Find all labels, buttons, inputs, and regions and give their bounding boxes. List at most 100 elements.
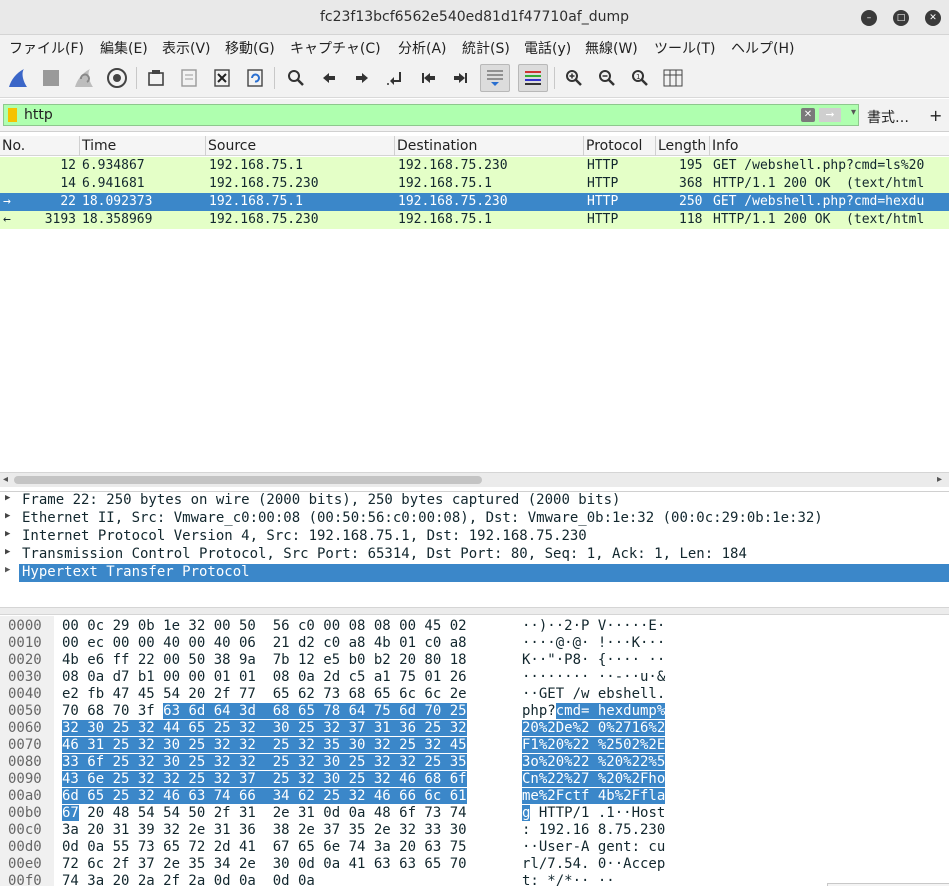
scroll-right-icon[interactable]: ▸ xyxy=(937,474,942,485)
hex-bytes[interactable]: 74 3a 20 2a 2f 2a 0d 0a 0d 0a xyxy=(62,873,315,886)
go-to-packet-icon[interactable] xyxy=(382,65,408,91)
hex-bytes[interactable]: 70 68 70 3f 63 6d 64 3d 68 65 78 64 75 6… xyxy=(62,703,467,719)
packet-list-hscrollbar[interactable]: ◂ ▸ xyxy=(0,472,949,487)
filter-expression-button[interactable]: 書式… xyxy=(867,107,909,127)
clear-filter-icon[interactable]: ✕ xyxy=(801,108,815,122)
apply-filter-icon[interactable]: ➞ xyxy=(819,108,841,122)
hex-ascii[interactable]: : 192.16 8.75.230 xyxy=(522,822,665,838)
column-time[interactable]: Time xyxy=(82,138,116,154)
scroll-left-icon[interactable]: ◂ xyxy=(3,474,8,485)
expand-icon[interactable]: ▶ xyxy=(5,547,10,557)
hex-ascii[interactable]: php?cmd= hexdump% xyxy=(522,703,666,719)
expand-icon[interactable]: ▶ xyxy=(5,529,10,539)
reload-file-icon[interactable] xyxy=(242,65,268,91)
menu-analyze[interactable]: 分析(A) xyxy=(398,38,447,58)
zoom-out-icon[interactable] xyxy=(594,65,620,91)
packet-row[interactable]: 14 6.941681 192.168.75.230 192.168.75.1 … xyxy=(0,175,949,193)
filter-text[interactable]: http xyxy=(24,107,53,123)
expand-icon[interactable]: ▶ xyxy=(5,511,10,521)
hex-ascii[interactable]: g HTTP/1 .1··Host xyxy=(522,805,665,821)
packet-row[interactable]: ← 3193 18.358969 192.168.75.230 192.168.… xyxy=(0,211,949,229)
hex-ascii[interactable]: me%2Fctf 4b%2Ffla xyxy=(522,788,666,804)
hex-ascii[interactable]: ··GET /w ebshell. xyxy=(522,686,665,702)
first-packet-icon[interactable] xyxy=(415,65,441,91)
scrollbar-thumb[interactable] xyxy=(14,476,482,484)
column-destination[interactable]: Destination xyxy=(397,138,477,154)
menu-wireless[interactable]: 無線(W) xyxy=(585,38,638,58)
chevron-down-icon[interactable]: ▾ xyxy=(851,107,856,118)
close-icon[interactable]: ✕ xyxy=(925,10,941,26)
hex-bytes[interactable]: e2 fb 47 45 54 20 2f 77 65 62 73 68 65 6… xyxy=(62,686,467,702)
hex-bytes[interactable]: 72 6c 2f 37 2e 35 34 2e 30 0d 0a 41 63 6… xyxy=(62,856,467,872)
menu-capture[interactable]: キャプチャ(C) xyxy=(290,38,381,58)
hex-ascii[interactable]: K··"·P8· {···· ·· xyxy=(522,652,665,668)
stop-capture-icon[interactable] xyxy=(38,65,64,91)
hex-bytes[interactable]: 00 ec 00 00 40 00 40 06 21 d2 c0 a8 4b 0… xyxy=(62,635,467,651)
colorize-icon[interactable] xyxy=(518,64,548,92)
detail-row-tcp[interactable]: ▶ Transmission Control Protocol, Src Por… xyxy=(0,546,949,564)
restart-capture-icon[interactable] xyxy=(71,65,97,91)
hex-bytes[interactable]: 6d 65 25 32 46 63 74 66 34 62 25 32 46 6… xyxy=(62,788,467,804)
hex-bytes[interactable]: 08 0a d7 b1 00 00 01 01 08 0a 2d c5 a1 7… xyxy=(62,669,467,685)
hex-bytes[interactable]: 0d 0a 55 73 65 72 2d 41 67 65 6e 74 3a 2… xyxy=(62,839,467,855)
menu-telephony[interactable]: 電話(y) xyxy=(524,38,571,58)
packet-row[interactable]: 12 6.934867 192.168.75.1 192.168.75.230 … xyxy=(0,157,949,175)
detail-row-http[interactable]: ▶ Hypertext Transfer Protocol xyxy=(5,564,949,582)
hex-ascii[interactable]: 20%2De%2 0%2716%2 xyxy=(522,720,666,736)
go-back-icon[interactable] xyxy=(316,65,342,91)
minimize-icon[interactable]: – xyxy=(861,10,877,26)
detail-row-ipv4[interactable]: ▶ Internet Protocol Version 4, Src: 192.… xyxy=(0,528,949,546)
hex-bytes[interactable]: 00 0c 29 0b 1e 32 00 50 56 c0 00 08 08 0… xyxy=(62,618,467,634)
shark-fin-start-icon[interactable] xyxy=(5,65,31,91)
packet-row-selected[interactable]: → 22 18.092373 192.168.75.1 192.168.75.2… xyxy=(0,193,949,211)
menu-statistics[interactable]: 統計(S) xyxy=(462,38,510,58)
maximize-icon[interactable]: □ xyxy=(893,10,909,26)
display-filter-input[interactable]: http ✕ ➞ ▾ xyxy=(3,104,859,126)
hex-ascii[interactable]: rl/7.54. 0··Accep xyxy=(522,856,665,872)
menu-help[interactable]: ヘルプ(H) xyxy=(731,38,794,58)
zoom-in-icon[interactable] xyxy=(561,65,587,91)
bookmark-icon[interactable] xyxy=(8,108,17,122)
hex-ascii[interactable]: ········ ··-··u·& xyxy=(522,669,665,685)
column-length[interactable]: Length xyxy=(658,138,706,154)
hex-bytes[interactable]: 32 30 25 32 44 65 25 32 30 25 32 37 31 3… xyxy=(62,720,467,736)
menu-tools[interactable]: ツール(T) xyxy=(654,38,715,58)
menu-edit[interactable]: 編集(E) xyxy=(100,38,148,58)
find-packet-icon[interactable] xyxy=(283,65,309,91)
add-filter-button[interactable]: + xyxy=(929,106,942,125)
column-no[interactable]: No. xyxy=(2,138,25,154)
normal-size-icon[interactable]: 1 xyxy=(627,65,653,91)
go-forward-icon[interactable] xyxy=(349,65,375,91)
pane-splitter[interactable] xyxy=(0,607,949,615)
hex-ascii[interactable]: Cn%22%27 %20%2Fho xyxy=(522,771,666,787)
hex-bytes[interactable]: 3a 20 31 39 32 2e 31 36 38 2e 37 35 2e 3… xyxy=(62,822,467,838)
hex-bytes[interactable]: 4b e6 ff 22 00 50 38 9a 7b 12 e5 b0 b2 2… xyxy=(62,652,467,668)
detail-row-ethernet[interactable]: ▶ Ethernet II, Src: Vmware_c0:00:08 (00:… xyxy=(0,510,949,528)
resize-columns-icon[interactable] xyxy=(660,65,686,91)
last-packet-icon[interactable] xyxy=(448,65,474,91)
hex-ascii[interactable]: t: */*·· ·· xyxy=(522,873,615,886)
hex-bytes[interactable]: 67 20 48 54 54 50 2f 31 2e 31 0d 0a 48 6… xyxy=(62,805,467,821)
column-source[interactable]: Source xyxy=(208,138,256,154)
hex-ascii[interactable]: F1%20%22 %2502%2E xyxy=(522,737,666,753)
hex-bytes[interactable]: 43 6e 25 32 32 25 32 37 25 32 30 25 32 4… xyxy=(62,771,467,787)
menu-file[interactable]: ファイル(F) xyxy=(9,38,84,58)
detail-row-frame[interactable]: ▶ Frame 22: 250 bytes on wire (2000 bits… xyxy=(0,492,949,510)
hex-ascii[interactable]: ····@·@· !···K··· xyxy=(522,635,665,651)
hex-ascii[interactable]: ··User-A gent: cu xyxy=(522,839,665,855)
auto-scroll-icon[interactable] xyxy=(480,64,510,92)
menu-view[interactable]: 表示(V) xyxy=(162,38,211,58)
open-file-icon[interactable] xyxy=(143,65,169,91)
expand-icon[interactable]: ▶ xyxy=(5,493,10,503)
hex-bytes[interactable]: 33 6f 25 32 30 25 32 32 25 32 30 25 32 3… xyxy=(62,754,467,770)
menu-go[interactable]: 移動(G) xyxy=(225,38,275,58)
save-file-icon[interactable] xyxy=(176,65,202,91)
hex-ascii[interactable]: 3o%20%22 %20%22%5 xyxy=(522,754,666,770)
capture-options-icon[interactable] xyxy=(104,65,130,91)
column-info[interactable]: Info xyxy=(712,138,739,154)
close-file-icon[interactable] xyxy=(209,65,235,91)
hex-bytes[interactable]: 46 31 25 32 30 25 32 32 25 32 35 30 32 2… xyxy=(62,737,467,753)
column-protocol[interactable]: Protocol xyxy=(586,138,642,154)
expand-icon[interactable]: ▶ xyxy=(5,565,10,575)
hex-ascii[interactable]: ··)··2·P V·····E· xyxy=(522,618,665,634)
